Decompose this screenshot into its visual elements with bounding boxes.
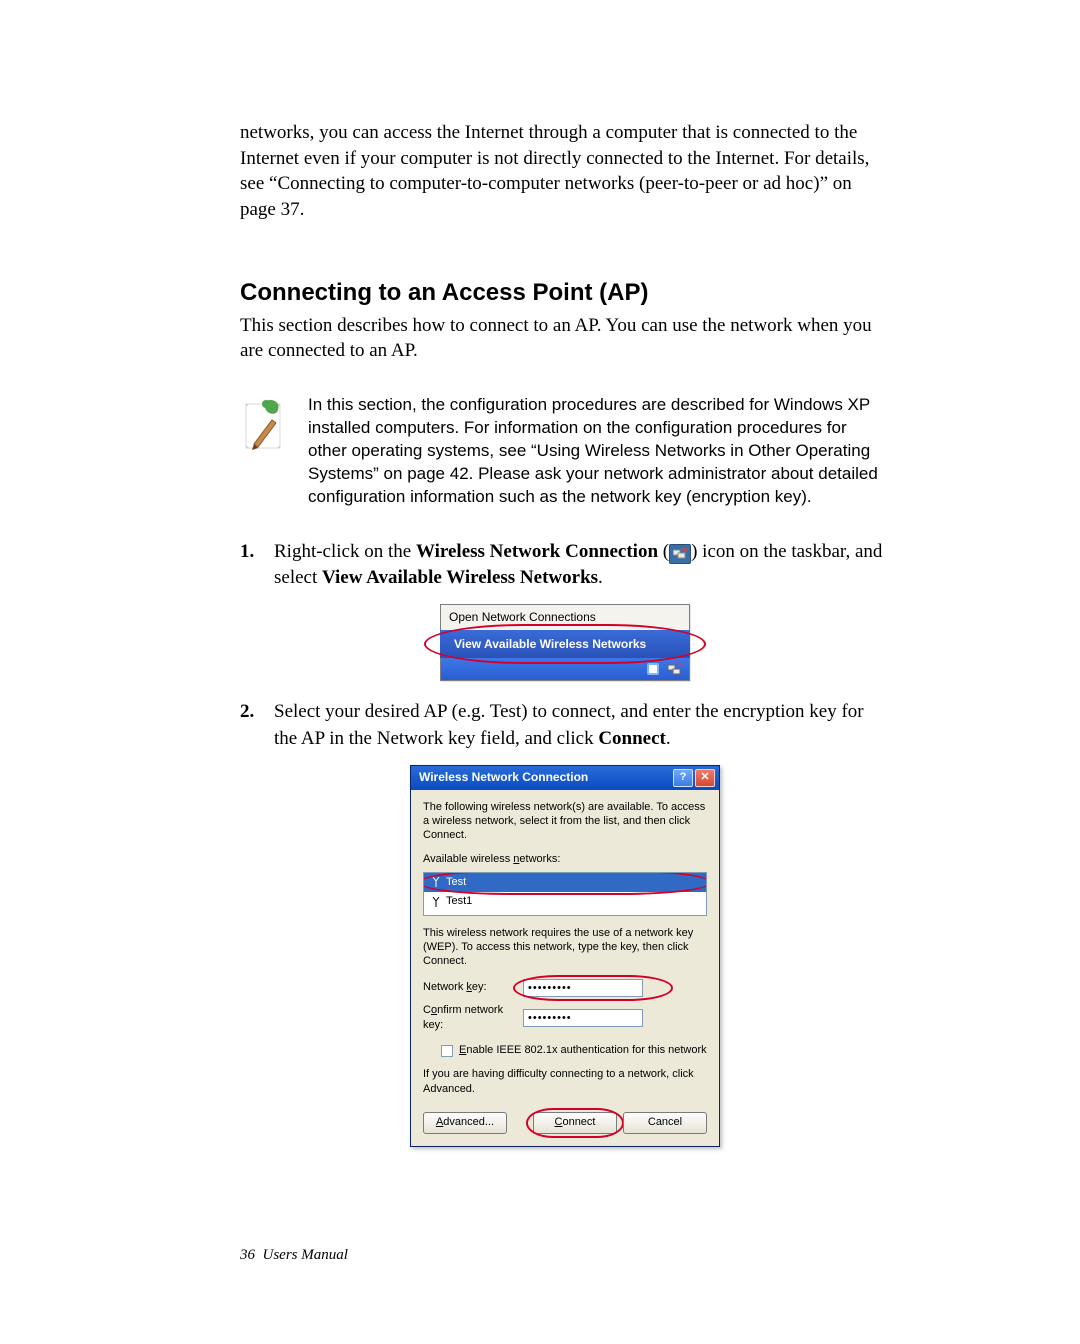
footer-label: Users Manual bbox=[263, 1247, 348, 1263]
antenna-icon bbox=[432, 897, 440, 907]
network-name: Test1 bbox=[446, 894, 472, 909]
list-item[interactable]: Test bbox=[424, 873, 706, 892]
dialog-titlebar: Wireless Network Connection ? ✕ bbox=[411, 766, 719, 790]
step2-term: Connect bbox=[598, 728, 666, 749]
wireless-dialog-figure: Wireless Network Connection ? ✕ The foll… bbox=[410, 765, 720, 1148]
step1-term-1: Wireless Network Connection bbox=[416, 541, 658, 562]
step1-end: . bbox=[598, 567, 603, 588]
page-footer: 36 Users Manual bbox=[240, 1247, 890, 1264]
list-item[interactable]: Test1 bbox=[424, 892, 706, 911]
note-text: In this section, the configuration proce… bbox=[308, 394, 890, 509]
intro-paragraph: networks, you can access the Internet th… bbox=[240, 120, 890, 223]
step-1: Right-click on the Wireless Network Conn… bbox=[240, 539, 890, 682]
tray-app-icon bbox=[645, 661, 661, 677]
step1-between: ( bbox=[658, 541, 669, 562]
dialog-title-text: Wireless Network Connection bbox=[419, 769, 588, 786]
network-key-input[interactable] bbox=[523, 979, 643, 997]
step2-pre: Select your desired AP (e.g. Test) to co… bbox=[274, 701, 864, 749]
step1-term-2: View Available Wireless Networks bbox=[322, 567, 598, 588]
antenna-icon bbox=[432, 877, 440, 887]
confirm-key-input[interactable] bbox=[523, 1009, 643, 1027]
page-number: 36 bbox=[240, 1247, 255, 1263]
context-menu-figure: Open Network Connections View Available … bbox=[440, 604, 690, 682]
taskbar-tray bbox=[441, 658, 689, 680]
step1-pre: Right-click on the bbox=[274, 541, 416, 562]
step2-end: . bbox=[666, 728, 671, 749]
context-menu-item-highlighted[interactable]: View Available Wireless Networks bbox=[440, 630, 690, 659]
context-menu-item[interactable]: Open Network Connections bbox=[441, 605, 689, 630]
close-button-icon[interactable]: ✕ bbox=[695, 769, 715, 787]
wireless-tray-icon bbox=[669, 544, 691, 564]
available-networks-label: Available wireless networks: bbox=[423, 852, 707, 867]
section-intro: This section describes how to connect to… bbox=[240, 313, 890, 364]
available-networks-list[interactable]: Test Test1 bbox=[423, 872, 707, 916]
confirm-key-label: Confirm network key: bbox=[423, 1003, 523, 1034]
advanced-button[interactable]: Advanced... bbox=[423, 1112, 507, 1134]
section-heading: Connecting to an Access Point (AP) bbox=[240, 279, 890, 307]
dialog-description: The following wireless network(s) are av… bbox=[423, 800, 707, 843]
note-block: In this section, the configuration proce… bbox=[240, 394, 890, 509]
tray-wireless-icon[interactable] bbox=[667, 661, 683, 677]
step-2: Select your desired AP (e.g. Test) to co… bbox=[240, 699, 890, 1147]
difficulty-note: If you are having difficulty connecting … bbox=[423, 1067, 707, 1098]
network-name: Test bbox=[446, 875, 466, 890]
enable-8021x-label: Enable IEEE 802.1x authentication for th… bbox=[459, 1043, 707, 1058]
enable-8021x-checkbox[interactable] bbox=[441, 1045, 453, 1057]
note-icon bbox=[240, 394, 288, 458]
wep-description: This wireless network requires the use o… bbox=[423, 926, 707, 969]
help-button-icon[interactable]: ? bbox=[673, 769, 693, 787]
cancel-button[interactable]: Cancel bbox=[623, 1112, 707, 1134]
connect-button[interactable]: Connect bbox=[533, 1112, 617, 1134]
network-key-label: Network key: bbox=[423, 980, 523, 995]
